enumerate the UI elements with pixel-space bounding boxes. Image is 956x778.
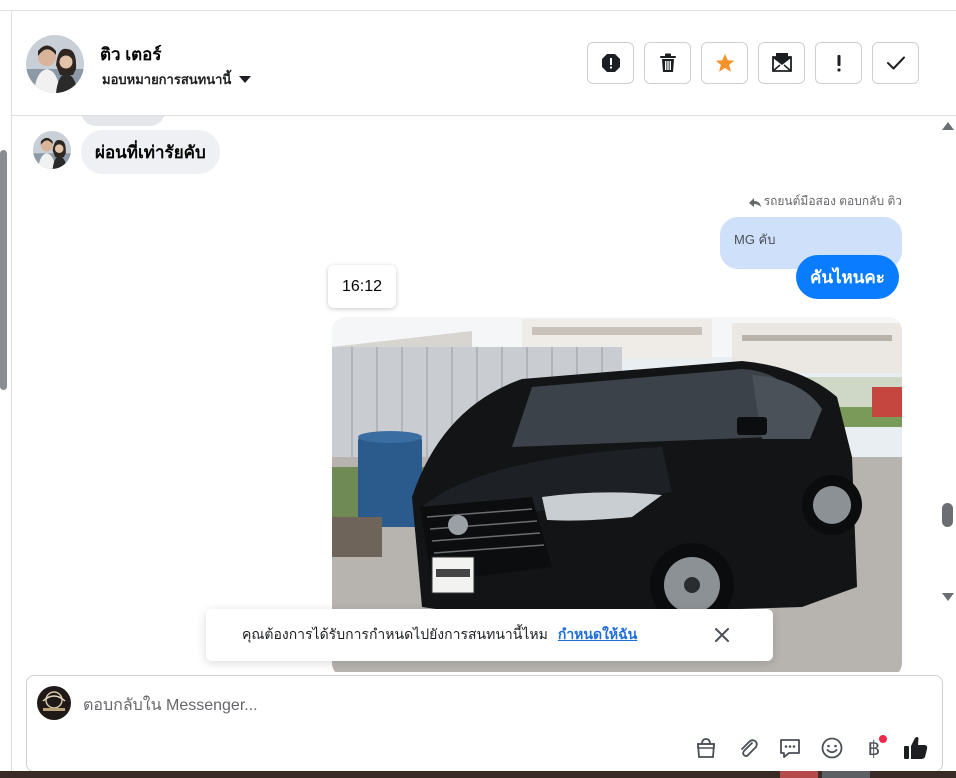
mark-done-button[interactable] xyxy=(872,42,919,84)
header-actions xyxy=(587,42,919,84)
scrollbar-thumb[interactable] xyxy=(942,503,953,527)
thumbs-up-icon xyxy=(904,737,928,759)
assign-prompt-toast: คุณต้องการได้รับการกำหนดไปยังการสนทนานี้… xyxy=(206,609,773,661)
assign-label: มอบหมายการสนทนานี้ xyxy=(102,72,232,87)
shop-button[interactable] xyxy=(692,734,720,762)
notification-dot xyxy=(879,735,887,743)
spam-icon xyxy=(601,54,620,72)
attach-button[interactable] xyxy=(734,734,762,762)
mark-unread-button[interactable] xyxy=(758,42,805,84)
follow-up-button[interactable] xyxy=(815,42,862,84)
star-button[interactable] xyxy=(701,42,748,84)
left-scrollbar-thumb[interactable] xyxy=(0,150,7,390)
shopping-bag-icon xyxy=(697,738,715,758)
like-button[interactable] xyxy=(902,734,930,762)
previous-message-bubble xyxy=(81,116,165,126)
assign-prompt-text: คุณต้องการได้รับการกำหนดไปยังการสนทนานี้… xyxy=(242,626,548,642)
messenger-inbox-view: ติว เตอร์ มอบหมายการสนทนานี้ ผ่อนที่เท่า… xyxy=(0,0,956,778)
follow-up-icon xyxy=(837,55,840,72)
reply-indicator: รถยนต์มือสอง ตอบกลับ ติว xyxy=(748,192,902,211)
message-scrollbar[interactable] xyxy=(940,116,956,606)
emoji-button[interactable] xyxy=(818,734,846,762)
reply-arrow-icon xyxy=(748,197,761,207)
delete-button[interactable] xyxy=(644,42,691,84)
outgoing-message[interactable]: คันไหนคะ xyxy=(796,255,899,299)
contact-name[interactable]: ติว เตอร์ xyxy=(100,41,162,68)
star-icon xyxy=(715,53,734,72)
incoming-message[interactable]: ผ่อนที่เท่ารัยคับ xyxy=(81,130,220,174)
timestamp-tooltip: 16:12 xyxy=(328,265,396,308)
page-avatar xyxy=(37,686,71,720)
unread-icon xyxy=(771,53,792,72)
chat-bubble-icon xyxy=(780,739,800,758)
reply-input[interactable] xyxy=(83,690,683,722)
scroll-down-icon[interactable] xyxy=(942,593,954,601)
saved-replies-button[interactable] xyxy=(776,734,804,762)
trash-icon xyxy=(659,53,676,72)
taskbar-strip xyxy=(0,771,956,778)
chevron-down-icon xyxy=(239,76,252,83)
done-icon xyxy=(886,56,905,70)
smiley-icon xyxy=(821,737,843,759)
message-thread: ผ่อนที่เท่ารัยคับ รถยนต์มือสอง ตอบกลับ ต… xyxy=(12,116,940,672)
payment-button[interactable]: ฿ xyxy=(860,734,888,762)
reply-note-text: รถยนต์มือสอง ตอบกลับ ติว xyxy=(763,194,902,208)
paperclip-icon xyxy=(741,739,758,757)
composer-tools: ฿ xyxy=(692,734,930,762)
reply-composer: ฿ xyxy=(26,675,943,772)
taskbar-item xyxy=(780,771,818,778)
scroll-up-icon[interactable] xyxy=(942,122,954,130)
mark-spam-button[interactable] xyxy=(587,42,634,84)
conversation-header: ติว เตอร์ มอบหมายการสนทนานี้ xyxy=(12,11,956,116)
assign-conversation-dropdown[interactable]: มอบหมายการสนทนานี้ xyxy=(102,69,252,90)
close-icon[interactable] xyxy=(711,624,733,646)
taskbar-item xyxy=(822,771,870,778)
contact-avatar[interactable] xyxy=(26,35,84,93)
assign-to-me-link[interactable]: กำหนดให้ฉัน xyxy=(558,624,637,646)
sender-avatar[interactable] xyxy=(33,131,71,169)
